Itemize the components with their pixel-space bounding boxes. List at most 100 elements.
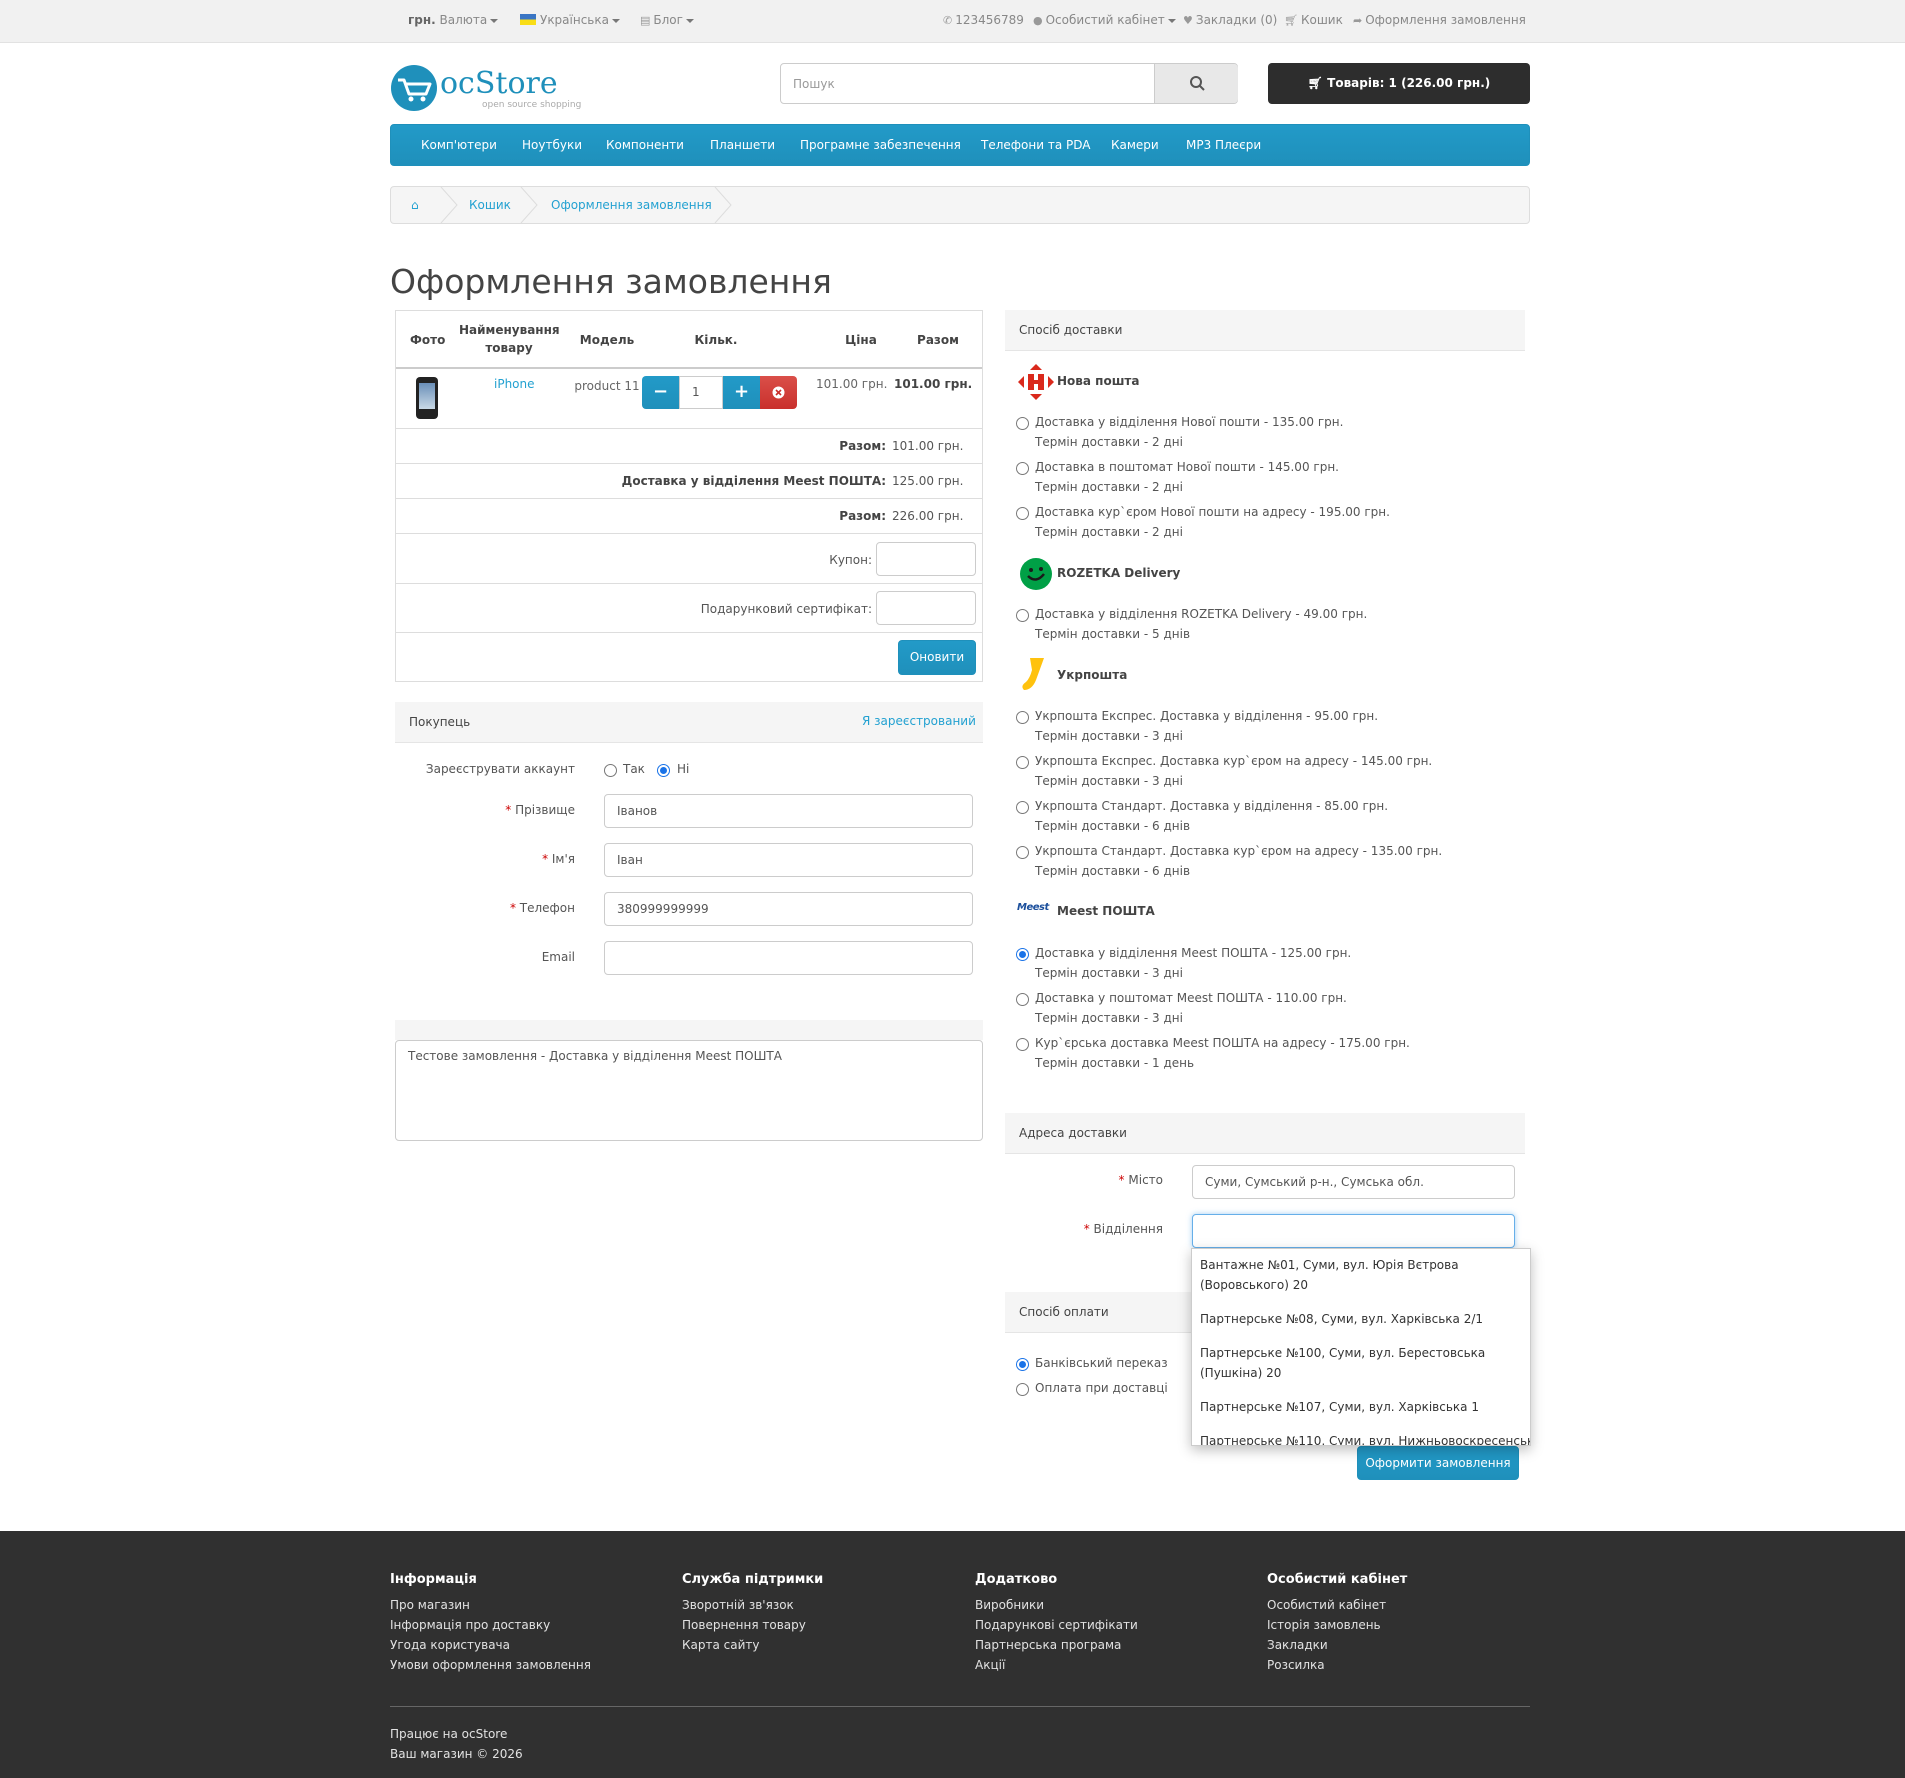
footer-link[interactable]: Історія замовлень: [1267, 1618, 1381, 1632]
subtotal-value: 101.00 грн.: [892, 439, 964, 453]
search-input[interactable]: [781, 64, 1154, 103]
menu-item-computers[interactable]: Комп'ютери: [421, 138, 497, 152]
comment-textarea[interactable]: Тестове замовлення - Доставка у відділен…: [395, 1040, 983, 1141]
phone-label: * Телефон: [509, 901, 575, 915]
shipping-radio-meest-courier[interactable]: [1016, 1038, 1029, 1051]
shipping-radio-ukr-standard-courier[interactable]: [1016, 846, 1029, 859]
quantity-input[interactable]: 1: [679, 376, 723, 409]
footer-link[interactable]: Особистий кабінет: [1267, 1598, 1386, 1612]
shipping-radio-np-branch[interactable]: [1016, 417, 1029, 430]
product-total: 101.00 грн.: [894, 377, 973, 391]
shipping-radio-meest-postomat[interactable]: [1016, 993, 1029, 1006]
page-title: Оформлення замовлення: [390, 262, 832, 301]
store-logo[interactable]: ocStore open source shopping: [390, 62, 581, 112]
wishlist-link[interactable]: ♥ Закладки (0): [1183, 13, 1277, 27]
menu-item-components[interactable]: Компоненти: [606, 138, 684, 152]
cart-link[interactable]: 🛒︎ Кошик: [1284, 13, 1343, 27]
increase-qty-button[interactable]: +: [723, 376, 760, 409]
footer-link[interactable]: Повернення товару: [682, 1618, 806, 1632]
menu-item-mp3[interactable]: MP3 Плеєри: [1186, 138, 1261, 152]
menu-item-cameras[interactable]: Камери: [1111, 138, 1159, 152]
logo-tagline: open source shopping: [482, 100, 582, 110]
shipping-radio-meest-branch[interactable]: [1016, 948, 1029, 961]
menu-item-laptops[interactable]: Ноутбуки: [522, 138, 582, 152]
cart-button[interactable]: 🛒︎ Товарів: 1 (226.00 грн.): [1268, 63, 1530, 104]
search-button[interactable]: [1154, 64, 1238, 103]
language-dropdown[interactable]: Українська: [520, 13, 620, 27]
breadcrumb-checkout[interactable]: Оформлення замовлення: [551, 198, 712, 212]
header-name: Найменування товару: [459, 323, 560, 355]
lastname-input[interactable]: Іванов: [604, 794, 973, 828]
footer-link[interactable]: Умови оформлення замовлення: [390, 1658, 591, 1672]
ukrposhta-name: Укрпошта: [1057, 668, 1128, 682]
decrease-qty-button[interactable]: −: [642, 376, 679, 409]
home-icon[interactable]: ⌂: [411, 198, 419, 212]
shipping-radio-np-courier[interactable]: [1016, 507, 1029, 520]
remove-item-button[interactable]: [760, 376, 797, 409]
payment-radio-bank[interactable]: [1016, 1358, 1029, 1371]
shipping-radio-ukr-express-branch[interactable]: [1016, 711, 1029, 724]
menu-item-tablets[interactable]: Планшети: [710, 138, 775, 152]
voucher-input[interactable]: [876, 591, 976, 625]
shipping-option-label: Доставка у поштомат Meest ПОШТА - 110.00…: [1035, 991, 1347, 1005]
heart-icon: ♥: [1183, 14, 1193, 27]
shipping-option-label: Доставка кур`єром Нової пошти на адресу …: [1035, 505, 1390, 519]
shipping-radio-np-postomat[interactable]: [1016, 462, 1029, 475]
blog-dropdown[interactable]: ▤ Блог: [640, 13, 694, 27]
breadcrumb: ⌂ Кошик Оформлення замовлення: [390, 186, 1530, 224]
footer-link[interactable]: Розсилка: [1267, 1658, 1325, 1672]
shipping-radio-rozetka[interactable]: [1016, 609, 1029, 622]
city-input[interactable]: Суми, Сумський р-н., Сумська обл.: [1192, 1165, 1515, 1199]
register-yes-radio[interactable]: [604, 764, 617, 777]
breadcrumb-cart[interactable]: Кошик: [469, 198, 511, 212]
coupon-input[interactable]: [876, 542, 976, 576]
suggestion-item[interactable]: Партнерське №100, Суми, вул. Берестовськ…: [1200, 1343, 1526, 1383]
phone-input[interactable]: 380999999999: [604, 892, 973, 926]
caret-down-icon: [611, 18, 620, 23]
iphone-thumbnail[interactable]: [416, 377, 438, 419]
shipping-option-label: Укрпошта Експрес. Доставка кур`єром на а…: [1035, 754, 1433, 768]
footer-heading-account: Особистий кабінет: [1267, 1572, 1408, 1587]
footer-link[interactable]: Партнерська програма: [975, 1638, 1121, 1652]
footer-link[interactable]: Про магазин: [390, 1598, 470, 1612]
footer-link[interactable]: Виробники: [975, 1598, 1044, 1612]
footer-link[interactable]: Подарункові сертифікати: [975, 1618, 1138, 1632]
shipping-option-label: Укрпошта Стандарт. Доставка у відділення…: [1035, 799, 1389, 813]
registered-link[interactable]: Я зареєстрований: [862, 714, 976, 728]
breadcrumb-separator: [714, 187, 732, 223]
firstname-input[interactable]: Іван: [604, 843, 973, 877]
header-price: Ціна: [845, 333, 877, 347]
confirm-order-button[interactable]: Оформити замовлення: [1357, 1446, 1519, 1480]
menu-item-software[interactable]: Програмне забезпечення: [800, 138, 961, 152]
suggestion-item[interactable]: Партнерське №110, Суми, вул. Нижньовоскр…: [1200, 1431, 1530, 1445]
footer-link[interactable]: Закладки: [1267, 1638, 1328, 1652]
shipping-term: Термін доставки - 2 дні: [1035, 480, 1183, 494]
checkout-link[interactable]: ➦ Оформлення замовлення: [1353, 13, 1526, 27]
footer-link[interactable]: Угода користувача: [390, 1638, 510, 1652]
book-icon: ▤: [640, 14, 651, 27]
email-input[interactable]: [604, 941, 973, 975]
phone-link[interactable]: ✆ 123456789: [943, 13, 1024, 27]
suggestion-item[interactable]: Вантажне №01, Суми, вул. Юрія Вєтрова (В…: [1200, 1255, 1526, 1295]
footer-link[interactable]: Карта сайту: [682, 1638, 760, 1652]
branch-input[interactable]: [1192, 1214, 1515, 1248]
suggestion-item[interactable]: Партнерське №08, Суми, вул. Харківська 2…: [1200, 1309, 1526, 1329]
suggestion-item[interactable]: Партнерське №107, Суми, вул. Харківська …: [1200, 1397, 1526, 1417]
footer-link[interactable]: Акції: [975, 1658, 1005, 1672]
search-box: [780, 63, 1238, 104]
update-cart-button[interactable]: Оновити: [898, 640, 976, 675]
shipping-radio-ukr-standard-branch[interactable]: [1016, 801, 1029, 814]
payment-radio-cod[interactable]: [1016, 1383, 1029, 1396]
shipping-term: Термін доставки - 3 дні: [1035, 774, 1183, 788]
footer-heading-extras: Додатково: [975, 1572, 1058, 1587]
lastname-label: * Прізвище: [505, 803, 575, 817]
footer-link[interactable]: Інформація про доставку: [390, 1618, 550, 1632]
footer-link[interactable]: Зворотній зв'язок: [682, 1598, 794, 1612]
menu-item-phones[interactable]: Телефони та PDA: [981, 138, 1090, 152]
register-no-radio[interactable]: [657, 764, 670, 777]
account-dropdown[interactable]: ● Особистий кабінет: [1033, 13, 1176, 27]
currency-dropdown[interactable]: грн. Валюта: [408, 13, 499, 27]
shipping-radio-ukr-express-courier[interactable]: [1016, 756, 1029, 769]
product-name-link[interactable]: iPhone: [494, 377, 535, 391]
shipping-option-label: Доставка у відділення ROZETKA Delivery -…: [1035, 607, 1368, 621]
